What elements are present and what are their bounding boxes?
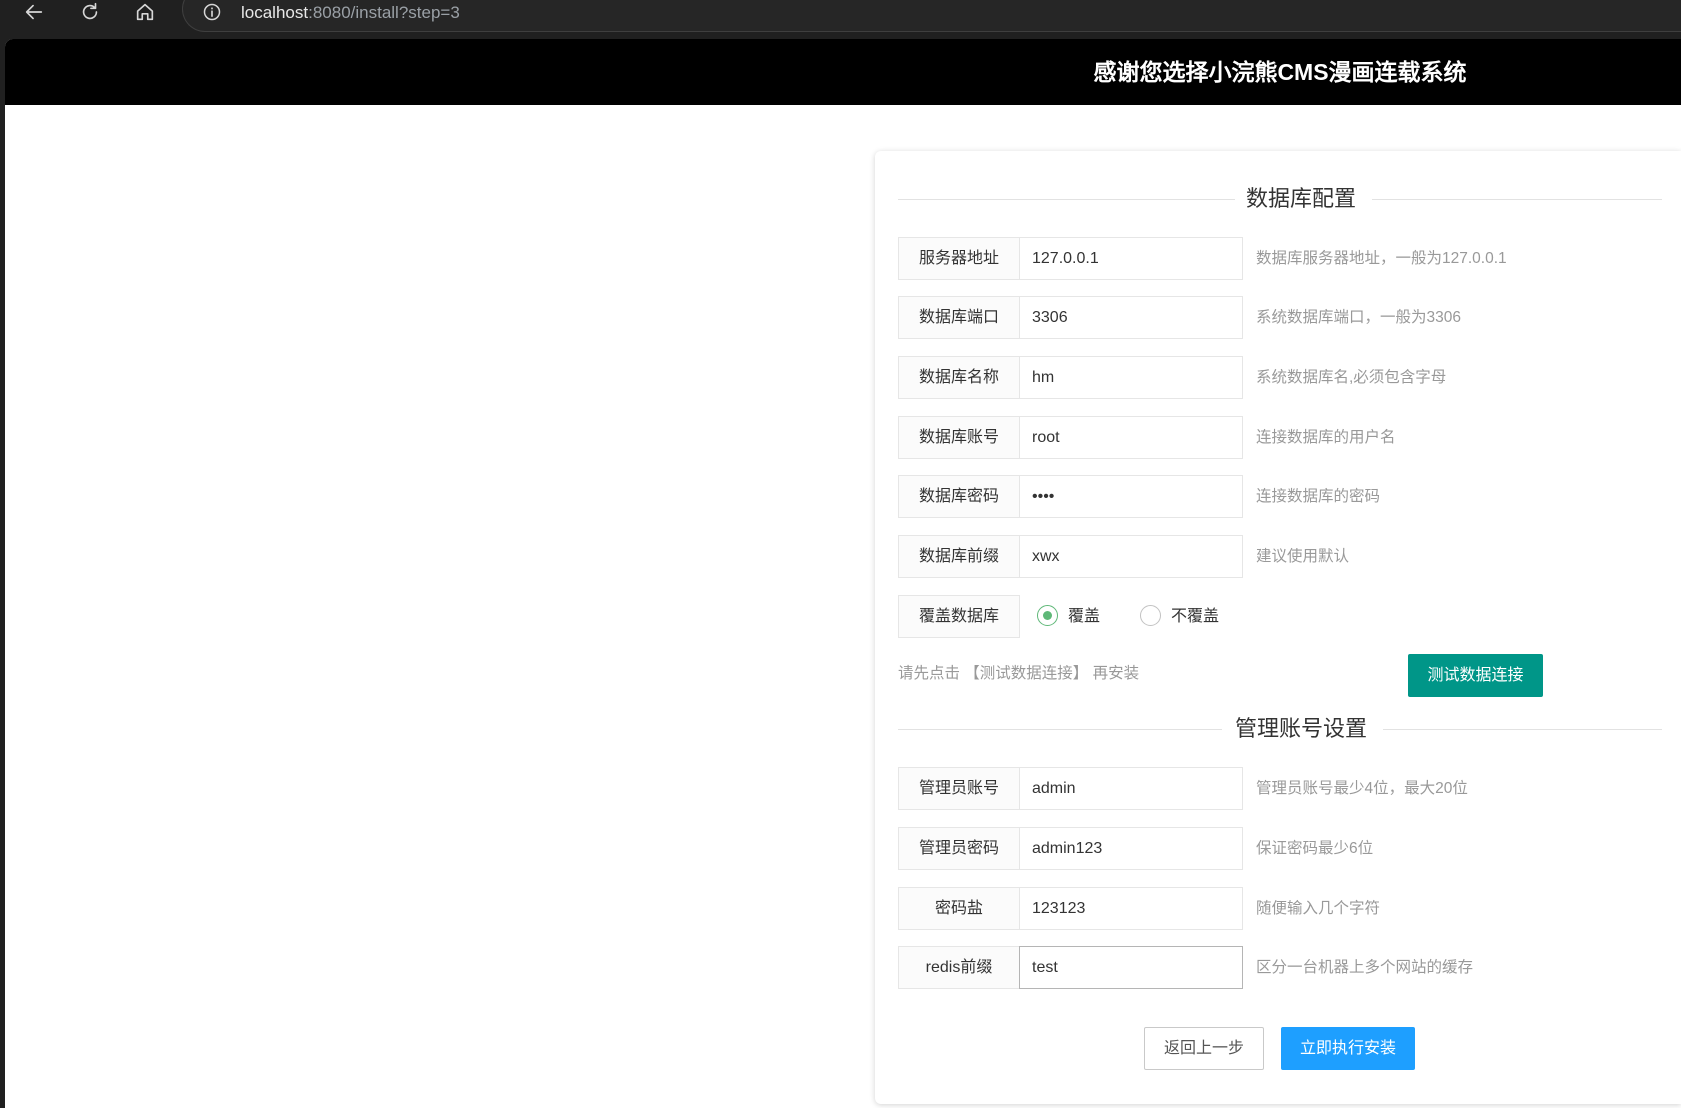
url-text[interactable]: localhost:8080/install?step=3 <box>241 1 460 25</box>
radio-label[interactable]: 不覆盖 <box>1171 595 1219 638</box>
section-divider-left <box>898 729 1222 730</box>
field-label: 数据库账号 <box>898 416 1020 459</box>
radio-circle[interactable] <box>1140 605 1161 626</box>
field-label: 服务器地址 <box>898 237 1020 280</box>
field-hint: 数据库服务器地址，一般为127.0.0.1 <box>1256 250 1507 267</box>
form-row-db-name: 数据库名称 系统数据库名,必须包含字母 <box>898 356 1662 399</box>
field-label: 数据库端口 <box>898 296 1020 339</box>
form-row-db-password: 数据库密码 连接数据库的密码 <box>898 475 1662 518</box>
field-hint: 系统数据库端口，一般为3306 <box>1256 309 1461 326</box>
field-label: 数据库名称 <box>898 356 1020 399</box>
url-host: localhost <box>241 3 309 22</box>
field-label: 密码盐 <box>898 887 1020 930</box>
home-icon[interactable] <box>134 1 156 23</box>
form-row-admin-password: 管理员密码 保证密码最少6位 <box>898 827 1662 870</box>
field-label: 数据库密码 <box>898 475 1020 518</box>
section-divider-left <box>898 199 1235 200</box>
refresh-icon[interactable] <box>79 1 101 23</box>
field-label: 覆盖数据库 <box>898 595 1020 638</box>
admin-password-input[interactable] <box>1019 827 1243 870</box>
form-row-password-salt: 密码盐 随便输入几个字符 <box>898 887 1662 930</box>
form-row-db-prefix: 数据库前缀 建议使用默认 <box>898 535 1662 578</box>
info-icon[interactable] <box>202 2 222 22</box>
field-hint: 建议使用默认 <box>1256 548 1350 565</box>
radio-circle[interactable] <box>1037 605 1058 626</box>
form-row-db-host: 服务器地址 数据库服务器地址，一般为127.0.0.1 <box>898 237 1662 280</box>
db-prefix-input[interactable] <box>1019 535 1243 578</box>
field-hint: 系统数据库名,必须包含字母 <box>1256 369 1447 386</box>
field-hint: 连接数据库的密码 <box>1256 488 1381 505</box>
field-label: 管理员密码 <box>898 827 1020 870</box>
form-row-admin-user: 管理员账号 管理员账号最少4位，最大20位 <box>898 767 1662 810</box>
test-connection-button[interactable]: 测试数据连接 <box>1408 654 1543 697</box>
form-row-db-user: 数据库账号 连接数据库的用户名 <box>898 416 1662 459</box>
section-title-admin: 管理账号设置 <box>1235 716 1368 741</box>
page-header: 感谢您选择小浣熊CMS漫画连载系统 <box>5 39 1681 105</box>
db-user-input[interactable] <box>1019 416 1243 459</box>
field-label: 管理员账号 <box>898 767 1020 810</box>
page: 感谢您选择小浣熊CMS漫画连载系统 数据库配置 服务器地址 数据库服务器地址，一… <box>5 39 1681 1108</box>
form-row-redis-prefix: redis前缀 区分一台机器上多个网站的缓存 <box>898 946 1662 989</box>
section-title-database: 数据库配置 <box>1246 186 1357 211</box>
section-divider-right <box>1383 729 1662 730</box>
db-password-input[interactable] <box>1019 475 1243 518</box>
form-row-db-overwrite: 覆盖数据库 覆盖 不覆盖 <box>898 595 1662 638</box>
password-salt-input[interactable] <box>1019 887 1243 930</box>
section-divider-right <box>1372 199 1662 200</box>
test-connection-notice: 请先点击 【测试数据连接】 再安装 <box>898 665 1140 682</box>
install-button[interactable]: 立即执行安装 <box>1281 1027 1415 1070</box>
form-row-db-port: 数据库端口 系统数据库端口，一般为3306 <box>898 296 1662 339</box>
redis-prefix-input[interactable] <box>1019 946 1243 989</box>
db-host-input[interactable] <box>1019 237 1243 280</box>
field-label: 数据库前缀 <box>898 535 1020 578</box>
field-hint: 区分一台机器上多个网站的缓存 <box>1256 959 1474 976</box>
db-name-input[interactable] <box>1019 356 1243 399</box>
field-hint: 连接数据库的用户名 <box>1256 429 1396 446</box>
db-port-input[interactable] <box>1019 296 1243 339</box>
back-arrow-icon[interactable] <box>23 1 45 23</box>
field-label: redis前缀 <box>898 946 1020 989</box>
field-hint: 管理员账号最少4位，最大20位 <box>1256 780 1468 797</box>
install-form-card: 数据库配置 服务器地址 数据库服务器地址，一般为127.0.0.1 数据库端口 … <box>875 151 1681 1104</box>
radio-label[interactable]: 覆盖 <box>1068 595 1100 638</box>
admin-username-input[interactable] <box>1019 767 1243 810</box>
page-title: 感谢您选择小浣熊CMS漫画连载系统 <box>1093 59 1467 85</box>
field-hint: 随便输入几个字符 <box>1256 900 1381 917</box>
url-path: :8080/install?step=3 <box>308 3 460 22</box>
back-button[interactable]: 返回上一步 <box>1144 1027 1264 1070</box>
address-bar[interactable]: localhost:8080/install?step=3 <box>182 0 1681 32</box>
field-hint: 保证密码最少6位 <box>1256 840 1374 857</box>
